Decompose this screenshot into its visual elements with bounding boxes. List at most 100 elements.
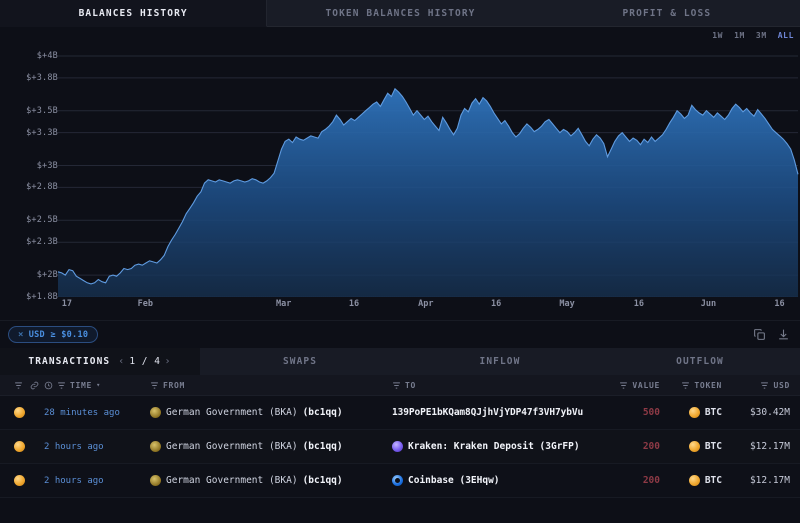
row-token-cell: BTC [660,441,722,452]
copy-icon[interactable] [753,328,766,341]
btc-coin-icon [14,407,25,418]
row-to-cell[interactable]: Coinbase (3EHqw) [392,475,586,486]
tab-transactions[interactable]: TRANSACTIONS ‹ 1 / 4 › [0,348,200,375]
tab-token-balances-history[interactable]: TOKEN BALANCES HISTORY [267,0,533,27]
tab-inflow-label: INFLOW [480,356,521,367]
range-all[interactable]: ALL [778,31,794,40]
x-axis-tick: 16 [634,299,644,309]
row-usd-cell: $12.17M [722,441,800,452]
x-axis-tick: May [559,299,574,309]
close-icon[interactable]: × [18,330,24,340]
x-axis-tick: 16 [774,299,784,309]
bka-icon [150,475,161,486]
tab-outflow[interactable]: OUTFLOW [600,348,800,375]
table-row[interactable]: 28 minutes ago German Government (BKA) (… [0,396,800,430]
link-icon [30,381,44,390]
filter-bar: × USD ≥ $0.10 [0,320,800,348]
row-time[interactable]: 2 hours ago [44,476,104,486]
row-time[interactable]: 28 minutes ago [44,408,120,418]
tab-inflow[interactable]: INFLOW [400,348,600,375]
row-usd-cell: $12.17M [722,475,800,486]
header-usd[interactable]: USD [722,381,800,390]
row-asset-icon-cell [0,407,30,418]
row-from-cell[interactable]: German Government (BKA) (bc1qq) [150,441,392,452]
tab-swaps[interactable]: SWAPS [200,348,400,375]
x-axis-tick: 16 [349,299,359,309]
filter-icon [760,381,769,390]
filter-icon [681,381,690,390]
row-from-name: German Government (BKA) [166,475,298,486]
range-1w[interactable]: 1W [712,31,723,40]
btc-coin-icon [689,475,700,486]
btc-coin-icon [14,475,25,486]
row-to-cell[interactable]: Kraken: Kraken Deposit (3GrFP) [392,441,586,452]
tab-transactions-label: TRANSACTIONS [28,356,110,367]
row-value-cell: 200 [586,475,660,486]
header-from-label: FROM [163,381,185,390]
row-value: 200 [643,441,660,452]
filter-chip-label: USD ≥ $0.10 [29,330,89,340]
filter-icon [619,381,628,390]
btc-coin-icon [689,441,700,452]
header-usd-label: USD [773,381,790,390]
time-range-selector: 1W 1M 3M ALL [712,31,794,40]
row-time[interactable]: 2 hours ago [44,442,104,452]
tab-profit-and-loss[interactable]: PROFIT & LOSS [534,0,800,27]
header-value[interactable]: VALUE [586,381,660,390]
chart-x-axis: 17FebMar16Apr16May16Jun16 [58,299,798,315]
prev-page-button[interactable]: ‹ [118,356,125,367]
btc-coin-icon [689,407,700,418]
row-from-cell[interactable]: German Government (BKA) (bc1qq) [150,475,392,486]
x-axis-tick: 17 [62,299,72,309]
row-usd-cell: $30.42M [722,407,800,418]
row-from-tag: (bc1qq) [303,475,343,486]
header-token[interactable]: TOKEN [660,381,722,390]
balances-history-panel: BALANCES HISTORY TOKEN BALANCES HISTORY … [0,0,800,523]
filter-chip-usd-threshold[interactable]: × USD ≥ $0.10 [8,326,98,343]
x-axis-tick: Mar [276,299,291,309]
chart-plot-area[interactable] [0,45,800,297]
filter-icon [150,381,159,390]
row-usd: $12.17M [750,475,790,486]
header-time-label: TIME [70,381,92,390]
range-1m[interactable]: 1M [734,31,745,40]
download-icon[interactable] [777,328,790,341]
coinbase-icon [392,475,403,486]
row-time-cell: 2 hours ago [44,442,150,452]
tab-balances-history-label: BALANCES HISTORY [79,8,188,19]
next-page-button[interactable]: › [164,356,171,367]
filter-icon [392,381,401,390]
chart-tab-bar: BALANCES HISTORY TOKEN BALANCES HISTORY … [0,0,800,27]
tab-profit-and-loss-label: PROFIT & LOSS [622,8,711,19]
header-from[interactable]: FROM [150,381,392,390]
header-to[interactable]: TO [392,381,586,390]
row-from-name: German Government (BKA) [166,441,298,452]
row-asset-icon-cell [0,475,30,486]
row-token-cell: BTC [660,407,722,418]
row-from-cell[interactable]: German Government (BKA) (bc1qq) [150,407,392,418]
kraken-icon [392,441,403,452]
table-row[interactable]: 2 hours ago German Government (BKA) (bc1… [0,464,800,498]
row-to-cell[interactable]: 139PoPE1bKQam8QJjhVjYDP47f3VH7ybVu [392,407,586,418]
x-axis-tick: Apr [418,299,433,309]
row-value: 200 [643,475,660,486]
header-to-label: TO [405,381,416,390]
btc-coin-icon [14,441,25,452]
header-time[interactable]: TIME ▾ [44,381,150,390]
header-asset-filter[interactable] [0,381,30,390]
row-usd: $12.17M [750,441,790,452]
range-3m[interactable]: 3M [756,31,767,40]
x-axis-tick: Feb [138,299,153,309]
tab-balances-history[interactable]: BALANCES HISTORY [0,0,267,27]
x-axis-tick: Jun [701,299,716,309]
row-value: 500 [643,407,660,418]
row-from-name: German Government (BKA) [166,407,298,418]
tab-token-balances-history-label: TOKEN BALANCES HISTORY [325,8,475,19]
row-to-name: 139PoPE1bKQam8QJjhVjYDP47f3VH7ybVu [392,407,583,418]
tab-outflow-label: OUTFLOW [676,356,724,367]
transactions-pagination: ‹ 1 / 4 › [118,356,171,367]
table-row[interactable]: 2 hours ago German Government (BKA) (bc1… [0,430,800,464]
sort-caret-icon[interactable]: ▾ [96,381,101,389]
bka-icon [150,407,161,418]
row-asset-icon-cell [0,441,30,452]
